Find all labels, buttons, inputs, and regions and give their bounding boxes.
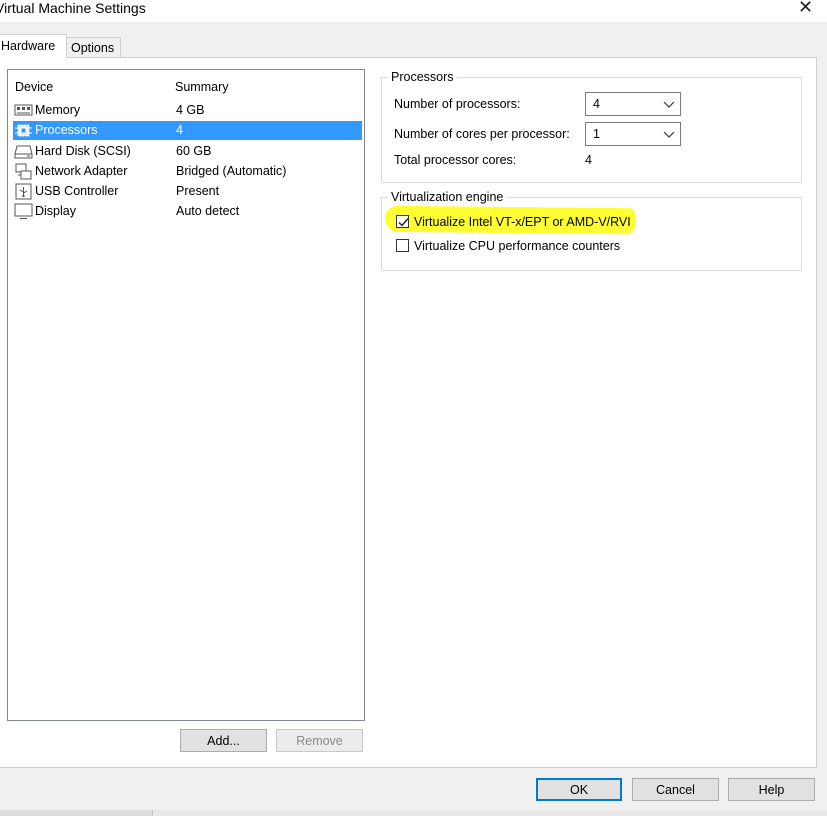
cores-per-processor-select[interactable]: 1 [585,122,681,146]
device-summary: Present [176,184,220,198]
device-row-memory[interactable]: Memory 4 GB [13,101,362,120]
chevron-down-icon [663,131,675,138]
perf-counters-checkbox[interactable] [396,239,409,252]
ok-button[interactable]: OK [536,778,622,801]
tab-hardware[interactable]: Hardware [0,34,67,58]
processors-group-title: Processors [388,69,457,85]
total-cores-label: Total processor cores: [394,153,517,167]
device-row-display[interactable]: Display Auto detect [13,202,362,221]
device-summary: 4 [176,123,183,137]
display-icon [14,203,33,219]
tab-hardware-label: Hardware [1,39,56,53]
title-bar: Virtual Machine Settings ✕ [0,0,827,22]
cores-per-processor-label: Number of cores per processor: [394,127,570,141]
memory-icon [14,104,33,116]
close-icon[interactable]: ✕ [798,0,813,17]
cores-per-processor-value: 1 [593,127,600,141]
summary-column-header[interactable]: Summary [175,79,228,95]
device-row-usb-controller[interactable]: USB Controller Present [13,182,362,201]
device-summary: Auto detect [176,204,240,218]
tab-options-label: Options [71,41,115,55]
add-button[interactable]: Add... [180,729,267,752]
cancel-button[interactable]: Cancel [632,778,719,801]
num-processors-value: 4 [593,97,600,111]
device-label: USB Controller [35,184,119,198]
hard-disk-icon [14,145,33,159]
virtualization-engine-group-title: Virtualization engine [388,189,507,205]
num-processors-select[interactable]: 4 [585,92,681,116]
device-list[interactable]: Device Summary Memory 4 GB Processors 4 … [7,69,365,721]
total-cores-value: 4 [585,153,592,167]
tab-options[interactable]: Options [66,37,121,57]
device-label: Processors [35,123,98,137]
vtx-label[interactable]: Virtualize Intel VT-x/EPT or AMD-V/RVI [414,213,631,231]
device-row-processors[interactable]: Processors 4 [13,121,362,140]
device-row-network-adapter[interactable]: Network Adapter Bridged (Automatic) [13,162,362,181]
processor-icon [15,124,32,137]
device-label: Hard Disk (SCSI) [35,144,131,158]
chevron-down-icon [663,101,675,108]
device-summary: 60 GB [176,144,212,158]
perf-counters-label[interactable]: Virtualize CPU performance counters [414,237,620,255]
taskbar-edge [0,810,827,816]
window-title: Virtual Machine Settings [0,0,146,16]
device-label: Memory [35,103,81,117]
taskbar-edge-left [0,810,153,816]
num-processors-label: Number of processors: [394,97,521,111]
network-adapter-icon [15,163,32,180]
device-label: Display [35,204,76,218]
remove-button[interactable]: Remove [276,729,363,752]
help-button[interactable]: Help [728,778,815,801]
usb-controller-icon [15,183,32,200]
vtx-checkbox[interactable] [396,215,409,228]
device-label: Network Adapter [35,164,128,178]
checkmark-icon [398,218,409,227]
device-column-header[interactable]: Device [15,79,53,95]
device-summary: 4 GB [176,103,205,117]
device-summary: Bridged (Automatic) [176,164,287,178]
device-row-hard-disk[interactable]: Hard Disk (SCSI) 60 GB [13,142,362,161]
